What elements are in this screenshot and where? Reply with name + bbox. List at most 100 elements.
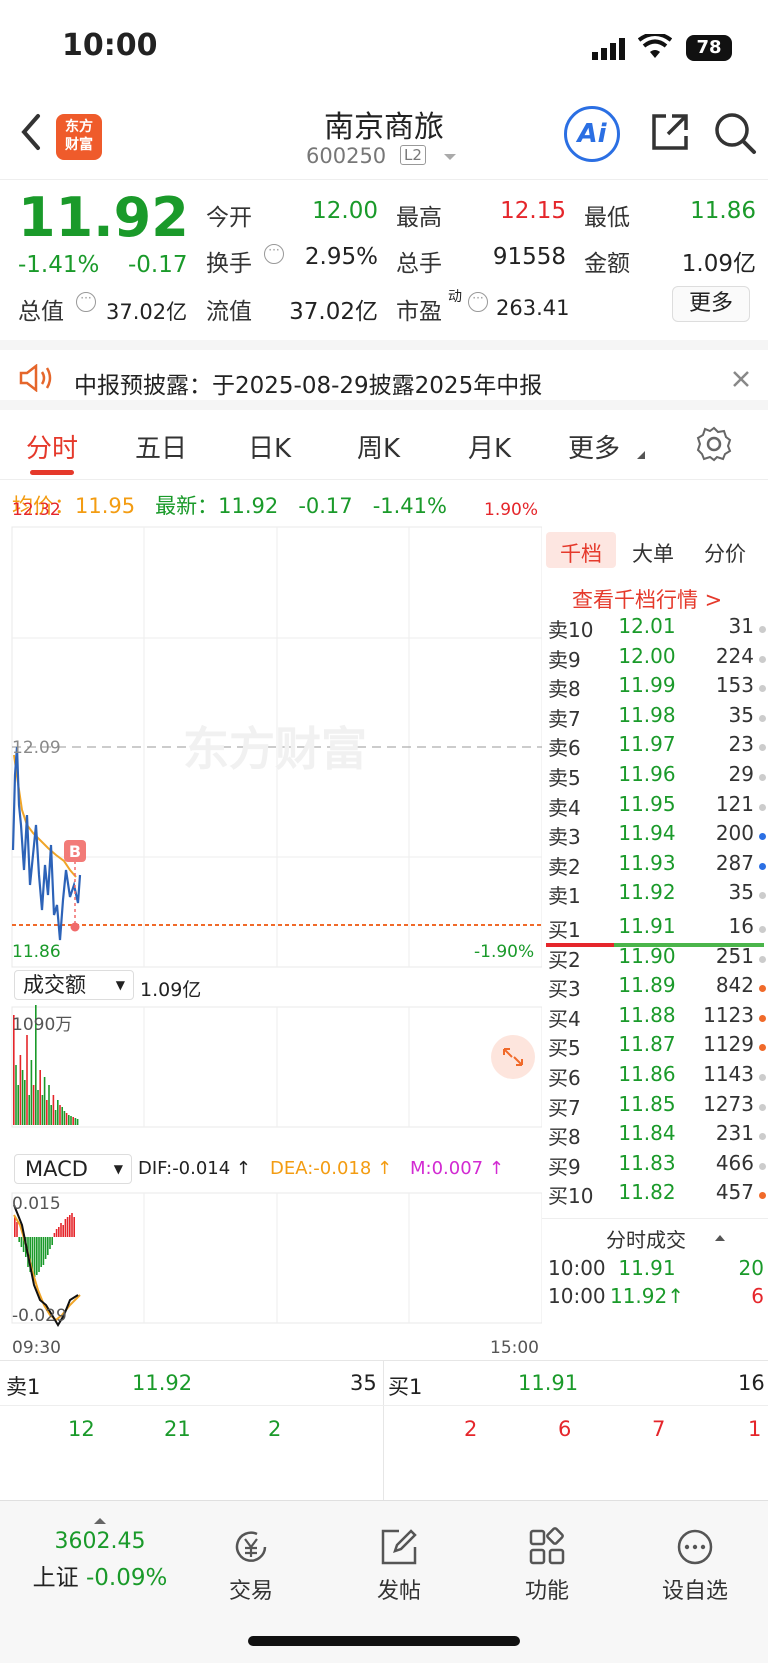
ask-price: 11.98: [618, 702, 676, 727]
status-time: 10:00: [62, 28, 158, 63]
bid-row[interactable]: 买8 11.84 231: [542, 1121, 768, 1151]
volume-bar: [19, 1055, 22, 1125]
bid-row[interactable]: 买2 11.90 251: [542, 944, 768, 974]
more-button[interactable]: 更多: [672, 286, 750, 322]
bid-volume: 457: [715, 1180, 754, 1205]
ai-button[interactable]: Ai: [564, 106, 620, 162]
time-axis-end: 15:00: [490, 1338, 539, 1358]
share-icon[interactable]: [648, 110, 692, 154]
tab-monthly-k[interactable]: 月K: [468, 428, 511, 465]
dot-icon: [759, 626, 766, 633]
ask-volume: 153: [715, 673, 754, 698]
ask-price: 11.99: [618, 673, 676, 698]
search-icon[interactable]: [712, 110, 758, 156]
post-button[interactable]: 发帖: [344, 1527, 454, 1605]
ask-row[interactable]: 卖1 11.92 35: [542, 880, 768, 910]
ask-row[interactable]: 卖10 12.01 31: [542, 614, 768, 644]
bid-volume: 842: [715, 973, 754, 998]
macd-bar: [53, 1233, 56, 1237]
triangle-icon: [637, 451, 645, 459]
ask1-label: 卖1: [6, 1375, 41, 1399]
bid-price: 11.84: [618, 1121, 676, 1146]
bid-row[interactable]: 买5 11.87 1129: [542, 1032, 768, 1062]
volume-bar: [72, 1117, 74, 1125]
dot-icon: [759, 744, 766, 752]
ask-level-label: 卖3: [548, 825, 581, 850]
volume-bar: [41, 1095, 44, 1125]
volume-bar: [43, 1077, 46, 1125]
add-watchlist-button[interactable]: 设自选: [640, 1527, 750, 1605]
last-value: 11.92: [218, 494, 279, 518]
bid-row[interactable]: 买1 11.91 16: [542, 914, 768, 944]
volume-label: 总手: [396, 251, 442, 277]
macd-indicator-select[interactable]: MACD ▼: [14, 1154, 132, 1184]
tab-price-dist[interactable]: 分价: [704, 538, 746, 568]
bid-volume: 251: [715, 943, 754, 968]
bid-row[interactable]: 买7 11.85 1273: [542, 1092, 768, 1122]
ask-row[interactable]: 卖5 11.96 29: [542, 762, 768, 792]
view-depth-link[interactable]: 查看千档行情 >: [572, 584, 722, 614]
close-icon[interactable]: [730, 368, 752, 390]
bid-volume: 231: [715, 1121, 754, 1146]
intraday-chart[interactable]: B 东方财富: [0, 525, 542, 1360]
info-icon[interactable]: ···: [76, 292, 96, 312]
tab-intraday[interactable]: 分时: [26, 428, 78, 465]
volume-axis-max: 1090万: [12, 1015, 73, 1035]
ask-row[interactable]: 卖9 12.00 224: [542, 644, 768, 674]
bid-row[interactable]: 买3 11.89 842: [542, 973, 768, 1003]
ask-row[interactable]: 卖7 11.98 35: [542, 703, 768, 733]
index-widget[interactable]: 3602.45 上证 -0.09%: [20, 1517, 180, 1592]
volume-bar: [28, 1095, 30, 1125]
bid-price: 11.89: [618, 973, 676, 998]
ticks-title[interactable]: 分时成交: [606, 1224, 686, 1253]
prev-close-label: 12.09: [12, 738, 61, 758]
price-panel: B 东方财富: [11, 526, 542, 968]
chevron-down-icon[interactable]: [442, 152, 458, 162]
volume-bar: [32, 1085, 35, 1125]
bid-row[interactable]: 买4 11.88 1123: [542, 1003, 768, 1033]
volume-bar: [61, 1107, 63, 1125]
ask-row[interactable]: 卖6 11.97 23: [542, 732, 768, 762]
ask-row[interactable]: 卖3 11.94 200: [542, 821, 768, 851]
bid-row[interactable]: 买10 11.82 457: [542, 1180, 768, 1210]
open-label: 今开: [206, 205, 252, 231]
tab-more[interactable]: 更多: [568, 428, 620, 465]
volume-indicator-select[interactable]: 成交额 ▼: [14, 970, 134, 1000]
avg-value: 11.95: [75, 494, 136, 518]
ask-row[interactable]: 卖8 11.99 153: [542, 673, 768, 703]
macd-bar: [49, 1237, 51, 1249]
macd-bar: [47, 1237, 49, 1255]
notice-banner[interactable]: 中报预披露：于2025-08-29披露2025年中报: [0, 340, 768, 410]
tab-daily-k[interactable]: 日K: [248, 428, 291, 465]
bid-row[interactable]: 买9 11.83 466: [542, 1151, 768, 1181]
volume-bar: [26, 1035, 28, 1125]
ask-row[interactable]: 卖2 11.93 287: [542, 851, 768, 881]
ask-level-label: 卖1: [548, 884, 581, 909]
function-button[interactable]: 功能: [492, 1527, 602, 1605]
buy-marker[interactable]: B: [69, 842, 81, 861]
bid-level-label: 买9: [548, 1154, 581, 1179]
tab-big-orders[interactable]: 大单: [632, 538, 674, 568]
tab-weekly-k[interactable]: 周K: [357, 428, 400, 465]
macd-bar: [64, 1219, 67, 1237]
bid-price: 11.88: [618, 1002, 676, 1027]
bid-price: 11.85: [618, 1091, 676, 1116]
bid-row[interactable]: 买6 11.86 1143: [542, 1062, 768, 1092]
tab-depth[interactable]: 千档: [560, 538, 602, 568]
battery-indicator: 78: [686, 35, 732, 61]
gear-icon[interactable]: [696, 426, 732, 462]
info-icon[interactable]: ···: [468, 292, 488, 312]
ask-row[interactable]: 卖4 11.95 121: [542, 792, 768, 822]
info-icon[interactable]: ···: [264, 244, 284, 264]
ask-price: 11.95: [618, 791, 676, 816]
turnover-label: 换手: [206, 251, 252, 277]
l2-badge[interactable]: L2: [400, 145, 426, 165]
volume-value: 91558: [492, 244, 566, 270]
trade-button[interactable]: 交易: [196, 1527, 306, 1605]
volume-bar: [57, 1100, 59, 1125]
dot-icon: [759, 1074, 766, 1081]
macd-bar: [51, 1237, 53, 1245]
bid1-volume: 16: [738, 1371, 765, 1395]
tab-five-day[interactable]: 五日: [135, 428, 187, 465]
ask-level-label: 卖7: [548, 706, 581, 731]
